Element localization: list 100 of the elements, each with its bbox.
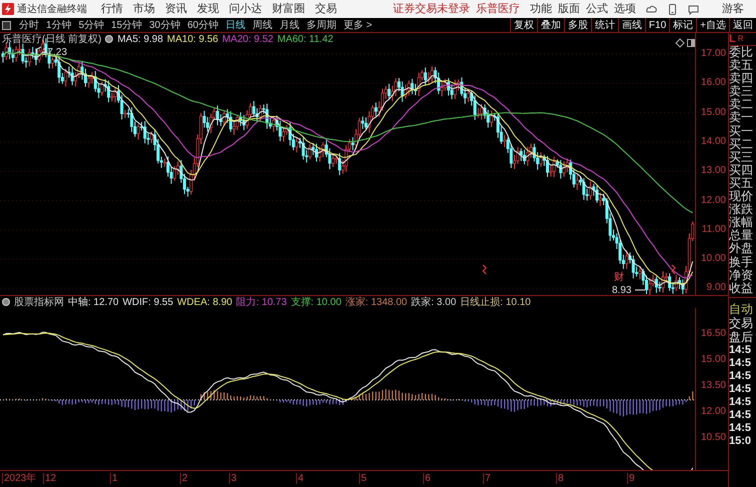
- quote-field-label: 现价: [729, 190, 754, 204]
- indicator-axis-label: 16.50: [700, 329, 726, 339]
- layout-toggle-icon[interactable]: [2, 20, 11, 30]
- message-icon[interactable]: [688, 4, 699, 14]
- app-name: 通达信金融终端: [17, 2, 87, 16]
- price-axis-label: 16.00: [700, 78, 726, 88]
- moving-average-value: MA5: 9.98: [117, 32, 164, 46]
- indicator-value: 跌家: 3.00: [411, 296, 456, 310]
- time-axis-label: 5: [359, 473, 367, 484]
- quote-field-label: 买一: [729, 124, 754, 138]
- chart-tool-button[interactable]: 标记: [669, 18, 696, 32]
- period-tab[interactable]: 1分钟: [46, 18, 72, 32]
- period-tab[interactable]: 60分钟: [187, 18, 218, 32]
- period-tab[interactable]: 15分钟: [111, 18, 142, 32]
- quote-field-label: 买三: [729, 150, 754, 164]
- period-tab[interactable]: 周线: [252, 18, 272, 32]
- price-axis-label: 12.00: [700, 196, 726, 206]
- indicator-value: WDEA: 8.90: [177, 296, 232, 310]
- user-name[interactable]: 游客: [722, 0, 744, 18]
- event-tag: 财: [614, 272, 624, 283]
- gear-icon[interactable]: [105, 35, 114, 43]
- chart-tool-button[interactable]: 统计: [590, 18, 618, 32]
- quote-field-label: 总量: [729, 229, 754, 242]
- quote-field-label: 涨幅: [729, 216, 754, 230]
- indicator-axis-label: 15.00: [700, 354, 726, 365]
- gear-icon[interactable]: [2, 298, 10, 306]
- chart-tool-button[interactable]: F10: [644, 18, 670, 32]
- time-axis-label: 9: [627, 473, 635, 484]
- panel-toggle-icon[interactable]: [687, 39, 695, 47]
- quote-field-label: 涨跌: [729, 203, 754, 216]
- price-axis-label: 9.00: [706, 283, 726, 294]
- price-axis-label: 17.00: [700, 49, 726, 59]
- period-tab[interactable]: 5分钟: [78, 18, 104, 32]
- moving-average-value: MA10: 9.56: [167, 32, 218, 46]
- toolbar-menu-item[interactable]: 公式: [586, 0, 608, 18]
- price-axis-label: 14.00: [700, 136, 726, 147]
- period-tab[interactable]: 日线: [226, 18, 246, 32]
- trade-time: 14:5: [729, 370, 752, 383]
- toolbar-menu-item[interactable]: 版面: [558, 0, 580, 18]
- time-axis-label: 7: [483, 473, 491, 484]
- time-axis-label: 12: [43, 473, 56, 484]
- diamond-icon[interactable]: [675, 38, 685, 48]
- quote-field-label: 买五: [729, 176, 754, 190]
- indicator-value: WDIF: 9.55: [122, 296, 174, 310]
- moving-average-value: MA60: 11.42: [277, 32, 334, 46]
- period-tab[interactable]: 分时: [19, 18, 39, 32]
- stock-name: 乐普医疗: [476, 2, 520, 17]
- low-price-label: 8.93: [612, 285, 632, 295]
- indicator-axis-label: 13.50: [700, 380, 726, 391]
- price-axis-label: 13.00: [700, 166, 726, 176]
- period-tab[interactable]: 更多 >: [344, 18, 372, 32]
- chart-tool-button[interactable]: +自选: [696, 18, 729, 32]
- indicator-value: 支撑: 10.00: [290, 296, 342, 310]
- indicator-axis-label: 12.00: [700, 406, 726, 417]
- menu-item[interactable]: 资讯: [165, 0, 187, 18]
- chart-tool-button[interactable]: 画线: [618, 18, 645, 32]
- trade-status-label: 自动: [729, 302, 754, 316]
- indicator-name: 股票指标网: [14, 296, 64, 310]
- price-axis-label: 11.00: [702, 224, 726, 235]
- price-axis-label: 15.00: [700, 108, 726, 118]
- menu-item[interactable]: 财富圈: [272, 0, 305, 18]
- quote-field-label: 换手: [729, 256, 754, 268]
- menu-item[interactable]: 发现: [197, 0, 219, 18]
- indicator-axis-label: 10.50: [700, 432, 726, 443]
- trade-time: 15:0: [729, 434, 752, 448]
- menu-item[interactable]: 交易: [315, 0, 337, 18]
- chart-tool-button[interactable]: 返回: [729, 18, 756, 32]
- cloud-icon[interactable]: [646, 4, 657, 14]
- toolbar-menu-item[interactable]: 功能: [530, 0, 552, 18]
- period-tab[interactable]: 月线: [280, 18, 300, 32]
- chart-tool-button[interactable]: 叠加: [536, 18, 564, 32]
- indicator-value: 涨家: 1348.00: [345, 296, 408, 310]
- chart-tool-button[interactable]: 复权: [510, 18, 537, 32]
- period-tab[interactable]: 多周期: [306, 18, 336, 32]
- chart-tool-button[interactable]: 多股: [564, 18, 591, 32]
- time-axis-label: 3: [229, 473, 237, 484]
- trade-time: 14:5: [729, 356, 752, 370]
- trade-time: 14:5: [729, 408, 752, 422]
- toolbar-menu-item[interactable]: 选项: [614, 0, 636, 18]
- trade-time: 14:5: [729, 382, 752, 396]
- corner-label: R: [738, 35, 744, 43]
- quote-field-label: 买四: [729, 164, 754, 177]
- time-axis-label: 1: [110, 473, 118, 484]
- menu-item[interactable]: 问小达: [229, 0, 262, 18]
- indicator-value: 中轴: 12.70: [68, 296, 119, 310]
- quote-field-label: 卖三: [729, 85, 754, 98]
- menu-item[interactable]: 市场: [133, 0, 155, 18]
- trade-status-label: 盘后: [729, 330, 754, 344]
- time-axis-label: 4: [296, 473, 304, 484]
- quote-field-label: 卖二: [729, 98, 754, 112]
- phone-icon[interactable]: [667, 4, 678, 14]
- period-tab[interactable]: 30分钟: [149, 18, 180, 32]
- indicator-value: 日线止损: 10.10: [460, 296, 531, 310]
- quote-field-label: 外盘: [729, 242, 754, 256]
- quote-field-label: 买二: [729, 138, 754, 151]
- trade-time: 14:5: [729, 344, 752, 357]
- login-status[interactable]: 证券交易未登录: [393, 0, 470, 18]
- trade-status-label: 交易: [729, 316, 754, 330]
- menu-item[interactable]: 行情: [101, 0, 123, 18]
- moving-average-value: MA20: 9.52: [222, 32, 274, 46]
